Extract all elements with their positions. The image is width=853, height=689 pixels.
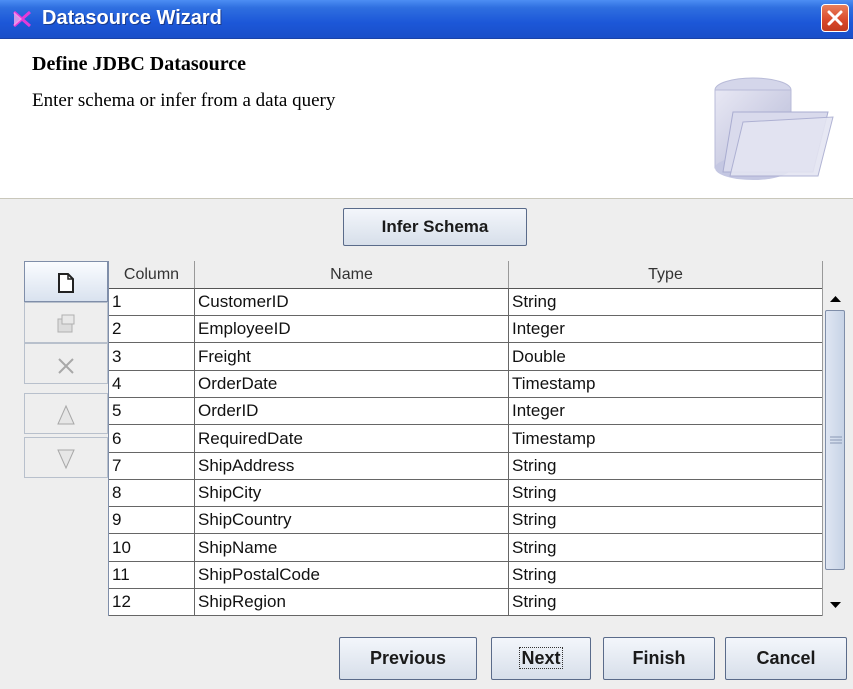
table-row[interactable]: 2 EmployeeID Integer [109, 315, 823, 344]
column-header-column[interactable]: Column [109, 261, 195, 288]
close-button[interactable] [821, 4, 849, 32]
column-name-cell[interactable]: OrderID [195, 397, 509, 425]
page-title: Define JDBC Datasource [32, 53, 247, 75]
next-button-label: Next [519, 647, 563, 669]
column-type-cell[interactable]: String [509, 506, 823, 534]
column-type-cell[interactable]: Integer [509, 397, 823, 425]
datasource-wizard-window: Datasource Wizard Define JDBC Datasource… [0, 0, 853, 689]
column-name-cell[interactable]: ShipRegion [195, 588, 509, 616]
table-row[interactable]: 10 ShipName String [109, 533, 823, 562]
column-index-cell[interactable]: 3 [109, 342, 195, 370]
table-row[interactable]: 1 CustomerID String [109, 288, 823, 316]
finish-button[interactable]: Finish [603, 637, 715, 680]
column-index-cell[interactable]: 12 [109, 588, 195, 616]
column-type-cell[interactable]: Double [509, 342, 823, 370]
delete-icon [58, 358, 74, 374]
move-down-icon [57, 449, 75, 470]
wizard-app-icon [13, 10, 31, 28]
column-header-name[interactable]: Name [195, 261, 509, 288]
move-down-button[interactable] [24, 437, 108, 478]
column-header-type[interactable]: Type [509, 261, 823, 288]
table-row[interactable]: 6 RequiredDate Timestamp [109, 424, 823, 453]
column-type-cell[interactable]: String [509, 533, 823, 561]
column-index-cell[interactable]: 1 [109, 288, 195, 315]
table-row[interactable]: 12 ShipRegion String [109, 588, 823, 617]
column-type-cell[interactable]: String [509, 561, 823, 588]
table-row[interactable]: 9 ShipCountry String [109, 506, 823, 535]
column-type-cell[interactable]: Timestamp [509, 369, 823, 397]
new-column-button[interactable] [24, 261, 108, 302]
table-header: Column Name Type [109, 261, 823, 289]
column-index-cell[interactable]: 5 [109, 397, 195, 425]
move-up-button[interactable] [24, 393, 108, 434]
column-name-cell[interactable]: RequiredDate [195, 424, 509, 452]
schema-table: Column Name Type 1 CustomerID String 2 Emplo… [108, 261, 823, 617]
column-name-cell[interactable]: ShipPostalCode [195, 561, 509, 588]
column-type-cell[interactable]: Timestamp [509, 424, 823, 452]
datasource-folder-icon [714, 77, 834, 180]
scrollbar-thumb[interactable] [825, 310, 845, 570]
vertical-scrollbar[interactable] [822, 288, 848, 616]
window-title: Datasource Wizard [42, 7, 222, 29]
table-row[interactable]: 3 Freight Double [109, 342, 823, 371]
grip-icon [830, 436, 842, 444]
column-index-cell[interactable]: 10 [109, 533, 195, 561]
table-row[interactable]: 8 ShipCity String [109, 479, 823, 508]
infer-schema-button[interactable]: Infer Schema [343, 208, 527, 246]
column-name-cell[interactable]: CustomerID [195, 288, 509, 315]
column-name-cell[interactable]: Freight [195, 342, 509, 370]
column-index-cell[interactable]: 4 [109, 369, 195, 397]
new-icon [58, 273, 74, 293]
column-index-cell[interactable]: 6 [109, 424, 195, 452]
table-row[interactable]: 5 OrderID Integer [109, 397, 823, 426]
column-type-cell[interactable]: String [509, 479, 823, 507]
scroll-up-arrow-icon[interactable] [823, 288, 848, 310]
column-type-cell[interactable]: String [509, 588, 823, 616]
column-name-cell[interactable]: OrderDate [195, 369, 509, 397]
column-name-cell[interactable]: ShipCity [195, 479, 509, 507]
column-type-cell[interactable]: String [509, 288, 823, 315]
table-row[interactable]: 7 ShipAddress String [109, 451, 823, 480]
column-type-cell[interactable]: String [509, 451, 823, 479]
previous-button[interactable]: Previous [339, 637, 477, 680]
column-name-cell[interactable]: EmployeeID [195, 315, 509, 343]
column-type-cell[interactable]: Integer [509, 315, 823, 343]
close-icon [827, 10, 843, 26]
properties-icon [57, 314, 75, 333]
table-row[interactable]: 11 ShipPostalCode String [109, 561, 823, 589]
move-up-icon [57, 404, 75, 425]
column-properties-button[interactable] [24, 302, 108, 343]
column-index-cell[interactable]: 11 [109, 561, 195, 588]
scroll-down-arrow-icon[interactable] [823, 594, 848, 616]
column-name-cell[interactable]: ShipCountry [195, 506, 509, 534]
column-index-cell[interactable]: 8 [109, 479, 195, 507]
page-subtitle: Enter schema or infer from a data query [32, 90, 336, 111]
delete-column-button[interactable] [24, 343, 108, 384]
column-name-cell[interactable]: ShipName [195, 533, 509, 561]
column-index-cell[interactable]: 9 [109, 506, 195, 534]
table-corner [822, 261, 848, 288]
next-button[interactable]: Next [491, 637, 591, 680]
title-bar[interactable]: Datasource Wizard [0, 0, 853, 39]
column-name-cell[interactable]: ShipAddress [195, 451, 509, 479]
cancel-button[interactable]: Cancel [725, 637, 847, 680]
column-index-cell[interactable]: 7 [109, 451, 195, 479]
table-row[interactable]: 4 OrderDate Timestamp [109, 369, 823, 398]
column-index-cell[interactable]: 2 [109, 315, 195, 343]
